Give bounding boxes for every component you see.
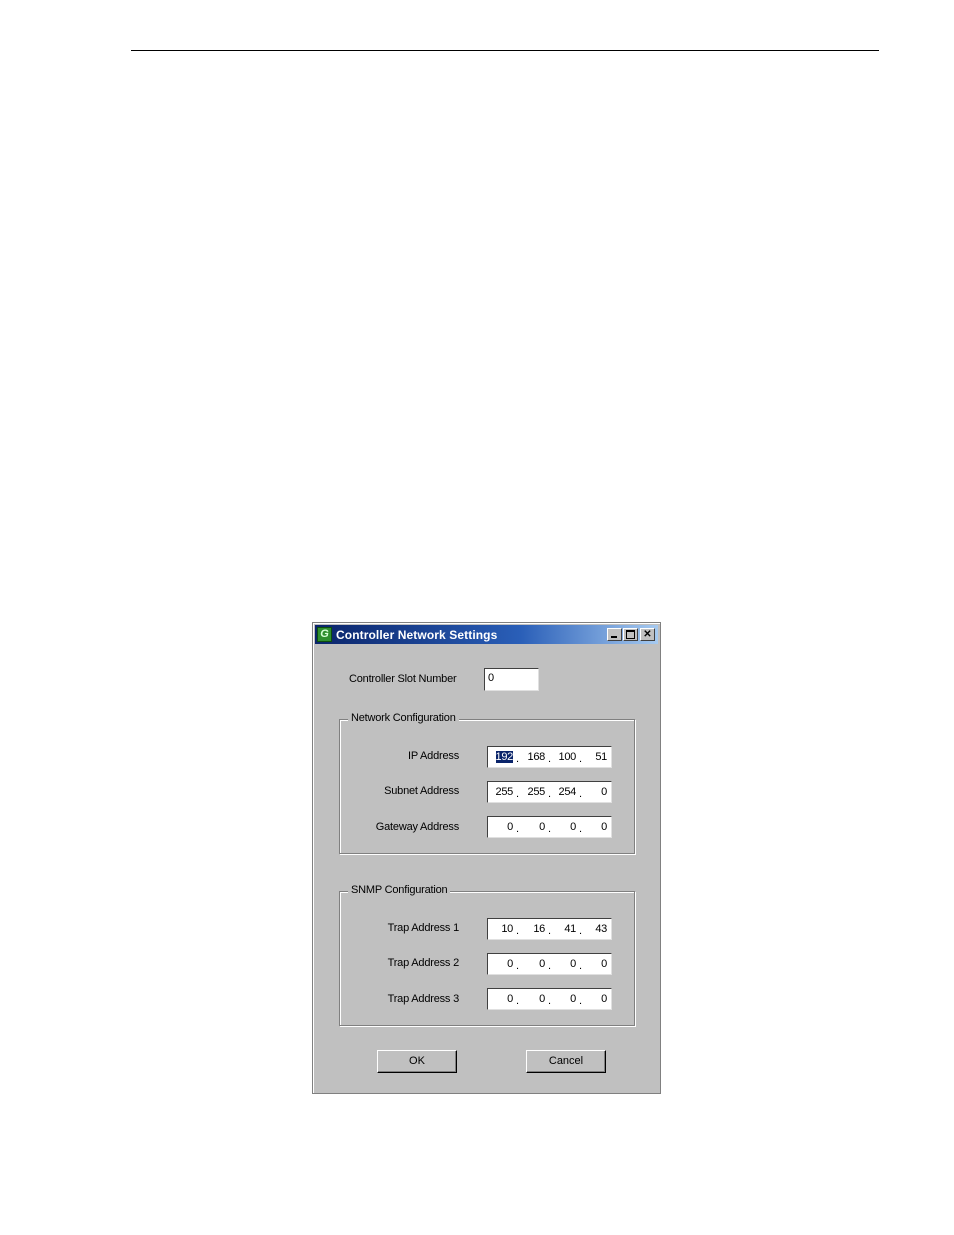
minimize-icon [611,636,617,638]
snmp-configuration-legend: SNMP Configuration [348,884,451,896]
slot-number-value: 0 [488,672,495,684]
gateway-octet-3[interactable]: 0 [554,821,576,833]
network-configuration-legend: Network Configuration [348,712,459,724]
ip-address-label: IP Address [408,750,459,762]
ip-octet-4[interactable]: 51 [585,751,607,763]
trap2-octet-4[interactable]: 0 [585,958,607,970]
gateway-address-label: Gateway Address [375,821,459,833]
trap3-octet-3[interactable]: 0 [554,993,576,1005]
trap-address-3-field[interactable]: 0 . 0 . 0 . 0 [487,988,612,1010]
trap1-octet-2[interactable]: 16 [523,923,545,935]
gateway-octet-2[interactable]: 0 [523,821,545,833]
subnet-octet-4[interactable]: 0 [585,786,607,798]
ip-octet-1[interactable]: 192 [491,751,513,763]
gateway-address-field[interactable]: 0 . 0 . 0 . 0 [487,816,612,838]
trap-address-3-label: Trap Address 3 [387,993,460,1005]
subnet-octet-2[interactable]: 255 [523,786,546,798]
cancel-button[interactable]: Cancel [526,1050,606,1073]
subnet-octet-3[interactable]: 254 [554,786,577,798]
grass-valley-g-icon: G [317,627,332,642]
trap-address-1-label: Trap Address 1 [387,922,460,934]
page-header-rule [131,50,879,51]
maximize-icon [626,630,635,639]
trap2-octet-2[interactable]: 0 [523,958,545,970]
gateway-octet-1[interactable]: 0 [491,821,513,833]
maximize-button[interactable] [623,628,638,641]
subnet-octet-1[interactable]: 255 [491,786,514,798]
trap1-octet-4[interactable]: 43 [585,923,607,935]
title-bar[interactable]: G Controller Network Settings ✕ [315,625,658,644]
ok-button[interactable]: OK [377,1050,457,1073]
ip-address-field[interactable]: 192 . 168 . 100 . 51 [487,746,612,768]
close-button[interactable]: ✕ [640,628,655,641]
subnet-address-field[interactable]: 255 . 255 . 254 . 0 [487,781,612,803]
trap2-octet-1[interactable]: 0 [491,958,513,970]
slot-number-input[interactable]: 0 [484,668,539,691]
window-title: Controller Network Settings [336,628,498,642]
trap-address-2-label: Trap Address 2 [387,957,460,969]
trap-address-2-field[interactable]: 0 . 0 . 0 . 0 [487,953,612,975]
trap-address-1-field[interactable]: 10 . 16 . 41 . 43 [487,918,612,940]
subnet-address-label: Subnet Address [384,785,459,797]
minimize-button[interactable] [607,628,622,641]
trap3-octet-1[interactable]: 0 [491,993,513,1005]
gateway-octet-4[interactable]: 0 [585,821,607,833]
close-icon: ✕ [643,629,652,640]
trap2-octet-3[interactable]: 0 [554,958,576,970]
trap1-octet-1[interactable]: 10 [491,923,513,935]
controller-network-settings-dialog: G Controller Network Settings ✕ Controll… [312,622,661,1094]
trap1-octet-3[interactable]: 41 [554,923,576,935]
trap3-octet-2[interactable]: 0 [523,993,545,1005]
slot-number-label: Controller Slot Number [349,673,457,685]
trap3-octet-4[interactable]: 0 [585,993,607,1005]
ip-octet-2[interactable]: 168 [523,751,546,763]
ip-octet-3[interactable]: 100 [554,751,577,763]
